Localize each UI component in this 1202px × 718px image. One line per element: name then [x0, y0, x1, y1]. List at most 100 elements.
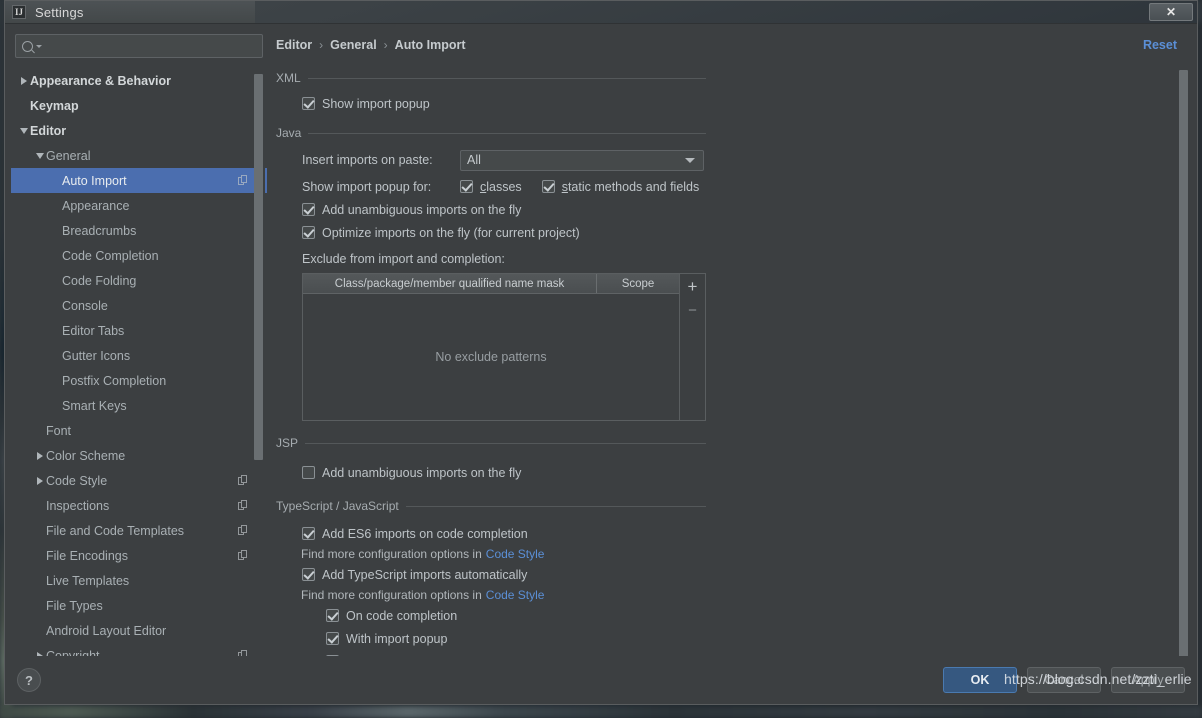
section-xml-header: XML	[276, 68, 706, 88]
add-pattern-button[interactable]: +	[682, 276, 704, 296]
sidebar-item-file-types[interactable]: File Types	[11, 593, 267, 618]
exclude-patterns-table[interactable]: Class/package/member qualified name mask…	[302, 273, 680, 421]
checkbox-icon[interactable]	[302, 527, 315, 540]
sidebar-item-general[interactable]: General	[11, 143, 267, 168]
help-button[interactable]: ?	[17, 668, 41, 692]
checkbox-icon[interactable]	[302, 568, 315, 581]
search-box[interactable]	[15, 34, 263, 58]
project-scope-icon	[238, 175, 249, 186]
sidebar-item-live-templates[interactable]: Live Templates	[11, 568, 267, 593]
section-ts-header: TypeScript / JavaScript	[276, 496, 706, 516]
checkbox-icon[interactable]	[302, 466, 315, 479]
settings-tree: Appearance & Behavior Keymap Editor General…	[11, 66, 267, 656]
sidebar-item-postfix-completion[interactable]: Postfix Completion	[11, 368, 267, 393]
sidebar-item-appearance-behavior[interactable]: Appearance & Behavior	[11, 68, 267, 93]
sidebar-item-keymap[interactable]: Keymap	[11, 93, 267, 118]
sidebar-item-appearance[interactable]: Appearance	[11, 193, 267, 218]
checkbox-icon[interactable]	[302, 203, 315, 216]
close-icon[interactable]: ✕	[1149, 3, 1193, 21]
search-input[interactable]	[42, 39, 262, 53]
sidebar-item-file-encodings[interactable]: File Encodings	[11, 543, 267, 568]
project-scope-icon	[238, 525, 249, 536]
checkbox-with-import-popup[interactable]: With import popup	[302, 627, 1191, 650]
insert-imports-select[interactable]: All	[460, 149, 704, 171]
sidebar-item-label: Font	[46, 423, 72, 438]
checkbox-icon[interactable]	[326, 632, 339, 645]
checkbox-on-code-completion[interactable]: On code completion	[302, 604, 1191, 627]
sidebar-item-label: Inspections	[46, 498, 110, 513]
checkbox-label: With import popup	[346, 631, 448, 646]
apply-button[interactable]: Apply	[1111, 667, 1185, 693]
checkbox-add-typescript-imports[interactable]: Add TypeScript imports automatically	[302, 563, 1191, 586]
breadcrumb-separator-icon: ›	[319, 38, 324, 52]
chevron-right-icon[interactable]	[33, 451, 46, 460]
checkbox-add-es6-imports[interactable]: Add ES6 imports on code completion	[302, 522, 1191, 545]
checkbox-icon[interactable]	[302, 97, 315, 110]
sidebar-item-color-scheme[interactable]: Color Scheme	[11, 443, 267, 468]
title-bar[interactable]: IJ Settings ✕	[5, 1, 1197, 24]
sidebar-item-inspections[interactable]: Inspections	[11, 493, 267, 518]
checkbox-label: Add ES6 imports on code completion	[322, 526, 528, 541]
sidebar-item-label: File and Code Templates	[46, 523, 185, 538]
checkbox-icon[interactable]	[302, 226, 315, 239]
sidebar-item-label: Auto Import	[62, 173, 127, 188]
exclude-patterns-area: Class/package/member qualified name mask…	[302, 273, 1191, 421]
sidebar-item-font[interactable]: Font	[11, 418, 267, 443]
chevron-down-icon[interactable]	[33, 152, 46, 159]
section-java-body: Insert imports on paste: All Show import…	[276, 143, 1191, 421]
section-typescript-javascript: TypeScript / JavaScript Add ES6 imports …	[276, 496, 1191, 656]
sidebar-item-android-layout-editor[interactable]: Android Layout Editor	[11, 618, 267, 643]
chevron-right-icon[interactable]	[33, 476, 46, 485]
checkbox-xml-show-import-popup[interactable]: Show import popup	[302, 92, 1191, 115]
reset-link[interactable]: Reset	[1143, 38, 1177, 52]
sidebar-scrollbar-thumb[interactable]	[254, 74, 263, 460]
remove-pattern-button[interactable]: −	[682, 300, 704, 320]
chevron-right-icon	[36, 451, 43, 460]
sidebar-item-gutter-icons[interactable]: Gutter Icons	[11, 343, 267, 368]
code-style-link[interactable]: Code Style	[486, 588, 545, 602]
cancel-button[interactable]: Cancel	[1027, 667, 1101, 693]
checkbox-label: Add unambiguous imports on the fly	[322, 202, 522, 217]
breadcrumb-item-editor[interactable]: Editor	[276, 38, 312, 52]
sidebar-item-file-and-code-templates[interactable]: File and Code Templates	[11, 518, 267, 543]
sidebar-item-label: Appearance & Behavior	[30, 73, 172, 88]
code-style-link[interactable]: Code Style	[486, 547, 545, 561]
checkbox-popup-classes[interactable]: classes	[460, 180, 522, 194]
table-header-row: Class/package/member qualified name mask…	[303, 274, 679, 294]
section-divider	[308, 132, 706, 134]
sidebar-item-copyright[interactable]: Copyright	[11, 643, 267, 656]
sidebar-item-breadcrumbs[interactable]: Breadcrumbs	[11, 218, 267, 243]
breadcrumb-item-general[interactable]: General	[330, 38, 377, 52]
checkbox-icon[interactable]	[541, 180, 555, 193]
sidebar-item-label: General	[46, 148, 91, 163]
sidebar-scrollbar-track[interactable]	[254, 66, 265, 656]
sidebar-item-smart-keys[interactable]: Smart Keys	[11, 393, 267, 418]
column-header-name-mask[interactable]: Class/package/member qualified name mask	[303, 274, 597, 293]
chevron-down-icon[interactable]	[17, 127, 30, 134]
search-icon	[22, 40, 33, 52]
hint-ts-code-style: Find more configuration options in Code …	[301, 586, 1191, 604]
sidebar-item-code-folding[interactable]: Code Folding	[11, 268, 267, 293]
checkbox-java-optimize-imports[interactable]: Optimize imports on the fly (for current…	[302, 221, 1191, 244]
chevron-down-icon	[35, 152, 44, 159]
table-toolbar: + −	[680, 273, 706, 421]
checkbox-jsp-add-unambiguous[interactable]: Add unambiguous imports on the fly	[302, 461, 1191, 484]
table-empty-state: No exclude patterns	[435, 350, 547, 364]
checkbox-java-add-unambiguous[interactable]: Add unambiguous imports on the fly	[302, 198, 1191, 221]
checkbox-popup-static-methods[interactable]: static methods and fields	[541, 180, 699, 194]
ok-button[interactable]: OK	[943, 667, 1017, 693]
column-header-scope[interactable]: Scope	[597, 274, 679, 293]
checkbox-icon[interactable]	[460, 180, 473, 193]
sidebar-item-editor[interactable]: Editor	[11, 118, 267, 143]
sidebar-item-console[interactable]: Console	[11, 293, 267, 318]
content-scrollbar-thumb[interactable]	[1179, 70, 1188, 656]
sidebar-item-auto-import[interactable]: Auto Import	[11, 168, 267, 193]
checkbox-label: Optimize imports on the fly (for current…	[322, 225, 580, 240]
sidebar-item-code-style[interactable]: Code Style	[11, 468, 267, 493]
sidebar-item-editor-tabs[interactable]: Editor Tabs	[11, 318, 267, 343]
chevron-right-icon[interactable]	[17, 76, 30, 85]
project-scope-icon	[238, 500, 249, 511]
sidebar-item-code-completion[interactable]: Code Completion	[11, 243, 267, 268]
checkbox-icon[interactable]	[326, 609, 339, 622]
chevron-right-icon	[36, 476, 43, 485]
